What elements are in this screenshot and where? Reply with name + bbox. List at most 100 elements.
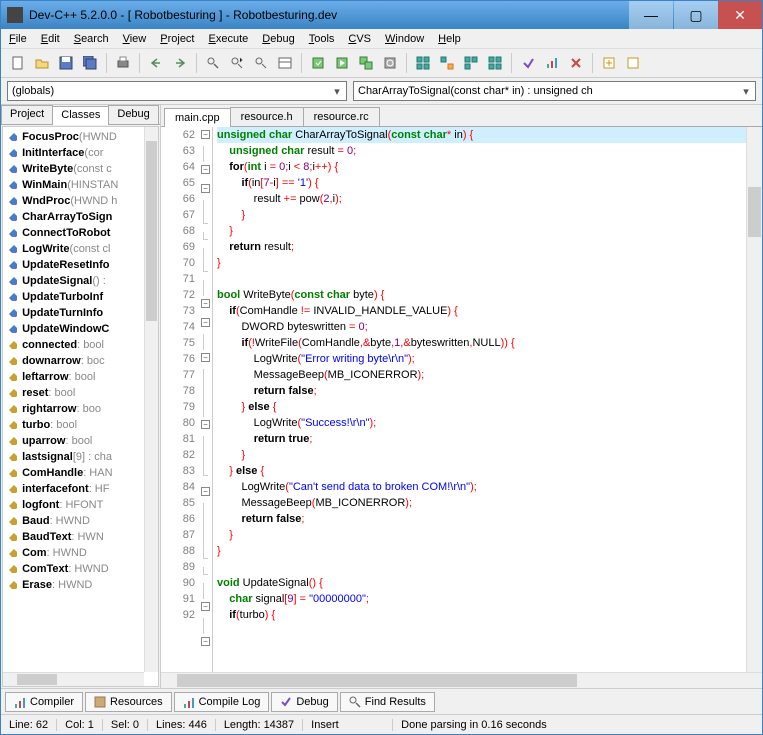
editor-hscroll[interactable] — [161, 672, 762, 688]
side-tab-debug[interactable]: Debug — [108, 105, 158, 124]
output-tab-debug[interactable]: Debug — [271, 692, 337, 712]
tree-item[interactable]: BaudText : HWN — [5, 529, 144, 545]
menu-edit[interactable]: Edit — [41, 33, 60, 45]
tree-item[interactable]: connected : bool — [5, 337, 144, 353]
tree-vscroll[interactable] — [144, 127, 158, 672]
tree-item[interactable]: Com : HWND — [5, 545, 144, 561]
print-button[interactable] — [112, 52, 134, 74]
output-tab-resources[interactable]: Resources — [85, 692, 172, 712]
maximize-button[interactable]: ▢ — [674, 1, 718, 29]
tree-item[interactable]: interfacefont : HF — [5, 481, 144, 497]
fold-gutter[interactable]: −−−−−−−−−− — [199, 127, 213, 672]
tree-item[interactable]: turbo : bool — [5, 417, 144, 433]
menu-search[interactable]: Search — [74, 33, 109, 45]
tree-item[interactable]: UpdateTurboInf — [5, 289, 144, 305]
toolbar — [1, 49, 762, 78]
debug-button[interactable] — [517, 52, 539, 74]
menu-project[interactable]: Project — [160, 33, 194, 45]
status-mode: Insert — [303, 719, 393, 731]
compile-button[interactable] — [307, 52, 329, 74]
find-button[interactable] — [202, 52, 224, 74]
tree-item[interactable]: UpdateTurnInfo — [5, 305, 144, 321]
new-project-button[interactable] — [412, 52, 434, 74]
save-button[interactable] — [55, 52, 77, 74]
symbol-dropdown[interactable]: CharArrayToSignal(const char* in) : unsi… — [353, 81, 756, 101]
editor-tab[interactable]: resource.h — [230, 107, 304, 126]
tree-item[interactable]: Baud : HWND — [5, 513, 144, 529]
tree-item[interactable]: logfont : HFONT — [5, 497, 144, 513]
open-button[interactable] — [31, 52, 53, 74]
tree-item[interactable]: UpdateResetInfo — [5, 257, 144, 273]
menu-window[interactable]: Window — [385, 33, 424, 45]
status-msg: Done parsing in 0.16 seconds — [393, 719, 762, 731]
menu-help[interactable]: Help — [438, 33, 461, 45]
tree-item[interactable]: leftarrow : bool — [5, 369, 144, 385]
editor-tab[interactable]: resource.rc — [303, 107, 380, 126]
titlebar[interactable]: Dev-C++ 5.2.0.0 - [ Robotbesturing ] - R… — [1, 1, 762, 29]
code-lines[interactable]: unsigned char CharArrayToSignal(const ch… — [213, 127, 746, 672]
rebuild-button[interactable] — [379, 52, 401, 74]
menu-execute[interactable]: Execute — [209, 33, 249, 45]
editor-tabs: main.cppresource.hresource.rc — [161, 105, 762, 127]
tree-item[interactable]: downarrow : boc — [5, 353, 144, 369]
output-tab-find-results[interactable]: Find Results — [340, 692, 435, 712]
tree-item[interactable]: UpdateSignal () : — [5, 273, 144, 289]
goto-button[interactable] — [274, 52, 296, 74]
status-lines: Lines: 446 — [148, 719, 216, 731]
menu-tools[interactable]: Tools — [309, 33, 335, 45]
tree-item[interactable]: lastsignal [9] : cha — [5, 449, 144, 465]
tree-item[interactable]: WndProc (HWND h — [5, 193, 144, 209]
bookmark-button[interactable] — [622, 52, 644, 74]
run-button[interactable] — [331, 52, 353, 74]
menubar: File Edit Search View Project Execute Debug Too… — [1, 29, 762, 49]
redo-button[interactable] — [169, 52, 191, 74]
goto-line-button[interactable] — [598, 52, 620, 74]
side-tab-project[interactable]: Project — [1, 105, 53, 124]
stop-button[interactable] — [565, 52, 587, 74]
editor-tab[interactable]: main.cpp — [164, 108, 231, 127]
replace-button[interactable] — [226, 52, 248, 74]
tree-hscroll[interactable] — [3, 672, 144, 686]
tree-item[interactable]: uparrow : bool — [5, 433, 144, 449]
menu-file[interactable]: File — [9, 33, 27, 45]
find-next-button[interactable] — [250, 52, 272, 74]
tree-item[interactable]: WinMain (HINSTAN — [5, 177, 144, 193]
scope-dropdown[interactable]: (globals)▾ — [7, 81, 347, 101]
tree-item[interactable]: FocusProc (HWND — [5, 129, 144, 145]
undo-button[interactable] — [145, 52, 167, 74]
tree-item[interactable]: WriteByte (const c — [5, 161, 144, 177]
editor-vscroll[interactable] — [746, 127, 762, 672]
tree-item[interactable]: UpdateWindowC — [5, 321, 144, 337]
class-tree[interactable]: FocusProc (HWND InitInterface (cor Write… — [2, 126, 159, 687]
output-tabs: CompilerResourcesCompile LogDebugFind Re… — [1, 688, 762, 714]
save-all-button[interactable] — [79, 52, 101, 74]
editor-area: main.cppresource.hresource.rc 6263646566… — [161, 105, 762, 688]
menu-cvs[interactable]: CVS — [348, 33, 371, 45]
profile-button[interactable] — [541, 52, 563, 74]
tree-item[interactable]: rightarrow : boo — [5, 401, 144, 417]
tree-item[interactable]: ConnectToRobot — [5, 225, 144, 241]
tree-item[interactable]: InitInterface (cor — [5, 145, 144, 161]
menu-debug[interactable]: Debug — [262, 33, 294, 45]
new-file-button[interactable] — [7, 52, 29, 74]
tree-item[interactable]: Erase : HWND — [5, 577, 144, 593]
tree-item[interactable]: ComHandle : HAN — [5, 465, 144, 481]
add-file-button[interactable] — [436, 52, 458, 74]
output-tab-compile-log[interactable]: Compile Log — [174, 692, 270, 712]
code-editor[interactable]: 6263646566676869707172737475767778798081… — [161, 127, 762, 672]
status-col: Col: 1 — [57, 719, 103, 731]
tree-item[interactable]: CharArrayToSign — [5, 209, 144, 225]
close-button[interactable]: ✕ — [718, 1, 762, 29]
side-tab-classes[interactable]: Classes — [52, 106, 109, 125]
status-bar: Line: 62 Col: 1 Sel: 0 Lines: 446 Length… — [1, 714, 762, 734]
tree-item[interactable]: LogWrite (const cl — [5, 241, 144, 257]
minimize-button[interactable]: — — [629, 1, 673, 29]
output-tab-compiler[interactable]: Compiler — [5, 692, 83, 712]
remove-file-button[interactable] — [460, 52, 482, 74]
tree-item[interactable]: reset : bool — [5, 385, 144, 401]
project-options-button[interactable] — [484, 52, 506, 74]
menu-view[interactable]: View — [123, 33, 147, 45]
tree-item[interactable]: ComText : HWND — [5, 561, 144, 577]
symbol-bar: (globals)▾ CharArrayToSignal(const char*… — [1, 78, 762, 105]
compile-run-button[interactable] — [355, 52, 377, 74]
